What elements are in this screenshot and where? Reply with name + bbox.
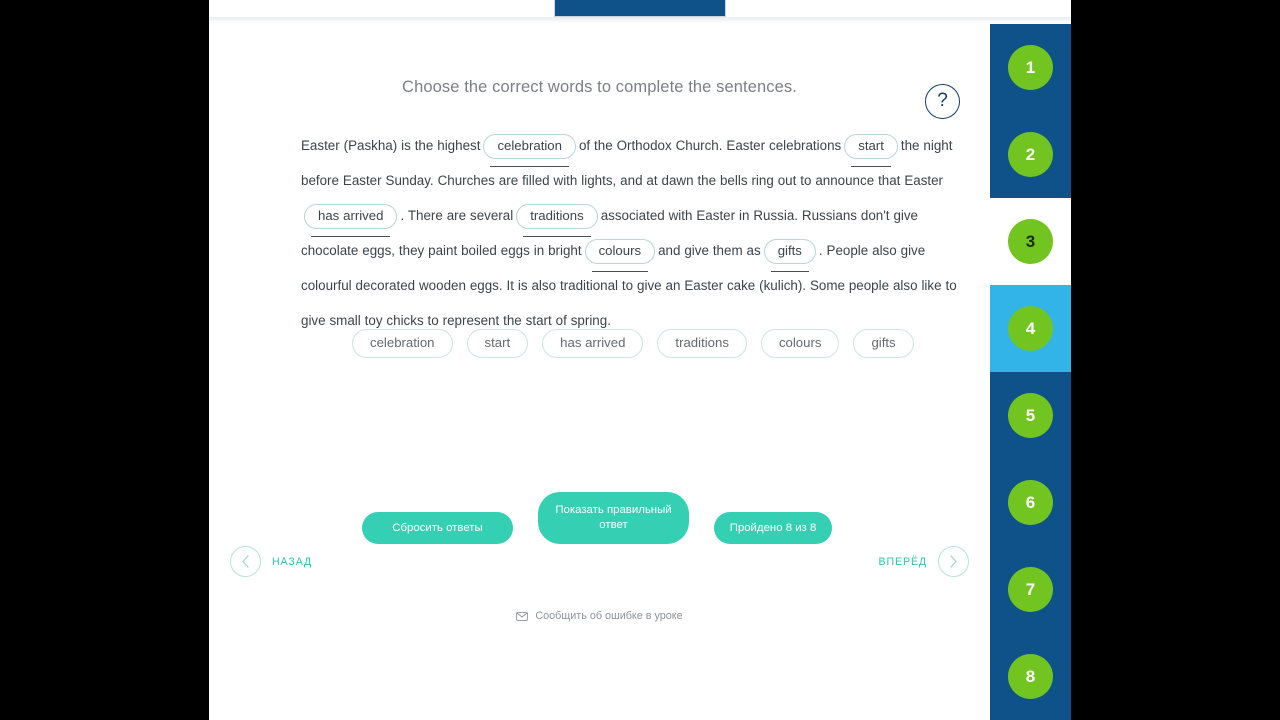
paragraph-text-1: Easter (Paskha) is the highest [301,138,481,153]
exercise-paragraph: Easter (Paskha) is the highest celebratio… [301,128,957,338]
answer-slot-5[interactable]: colours [584,238,656,272]
sidebar-item-3[interactable]: 3 [990,198,1071,285]
word-bank-chip[interactable]: start [466,329,529,358]
next-lesson-button[interactable]: ВПЕРЁД [879,546,969,577]
envelope-icon [516,611,529,621]
lesson-content: Choose the correct words to complete the… [209,24,990,720]
answer-slot-6[interactable]: gifts [763,238,816,272]
answer-slot-3[interactable]: has arrived [304,203,398,237]
help-icon[interactable]: ? [925,84,960,119]
chevron-right-icon [938,546,969,577]
prev-lesson-label: НАЗАД [272,555,313,568]
sidebar-item-1[interactable]: 1 [990,24,1071,111]
sidebar-item-7[interactable]: 7 [990,546,1071,633]
word-bank-chip[interactable]: gifts [853,329,914,358]
next-lesson-label: ВПЕРЁД [878,555,927,568]
chrome-shadow [209,17,1071,24]
page-title: Choose the correct words to complete the… [402,78,797,96]
paragraph-text-4: . There are several [400,208,514,223]
sidebar-item-6[interactable]: 6 [990,459,1071,546]
prev-lesson-button[interactable]: НАЗАД [230,546,312,577]
lesson-navigation: НАЗАД ВПЕРЁД [209,546,990,590]
word-bank: celebration start has arrived traditions… [352,329,952,358]
progress-badge[interactable]: Пройдено 8 из 8 [714,512,832,544]
sidebar-badge: 7 [1008,567,1053,612]
show-correct-answer-button[interactable]: Показать правильный ответ [538,492,689,544]
sidebar-badge: 8 [1008,654,1053,699]
exercise-sidebar: 1 2 3 4 5 6 7 8 [990,24,1071,720]
paragraph-text-6: and give them as [658,243,761,258]
answer-slot-4[interactable]: traditions [516,203,598,237]
sidebar-item-8[interactable]: 8 [990,633,1071,720]
word-bank-chip[interactable]: colours [760,329,840,358]
sidebar-item-2[interactable]: 2 [990,111,1071,198]
sidebar-item-4[interactable]: 4 [990,285,1071,372]
browser-chrome-strip [209,0,1071,24]
action-button-row: Сбросить ответы Показать правильный отве… [209,479,990,544]
sidebar-badge: 6 [1008,480,1053,525]
word-bank-chip[interactable]: celebration [352,329,453,358]
screen: Choose the correct words to complete the… [0,0,1280,720]
sidebar-badge: 1 [1008,45,1053,90]
word-bank-chip[interactable]: has arrived [542,329,644,358]
sidebar-badge: 2 [1008,132,1053,177]
report-error-label: Сообщить об ошибке в уроке [535,610,683,622]
sidebar-badge: 5 [1008,393,1053,438]
chevron-left-icon [230,546,261,577]
sidebar-item-5[interactable]: 5 [990,372,1071,459]
word-bank-chip[interactable]: traditions [657,329,747,358]
browser-page-frame: Choose the correct words to complete the… [209,0,1071,720]
answer-slot-1[interactable]: celebration [483,133,576,167]
report-error-link[interactable]: Сообщить об ошибке в уроке [209,610,990,622]
sidebar-badge: 4 [1008,306,1053,351]
sidebar-badge: 3 [1008,219,1053,264]
answer-slot-2[interactable]: start [844,133,898,167]
reset-answers-button[interactable]: Сбросить ответы [362,512,513,544]
paragraph-text-2: of the Orthodox Church. Easter celebrati… [578,138,842,153]
browser-tab[interactable] [554,0,726,17]
